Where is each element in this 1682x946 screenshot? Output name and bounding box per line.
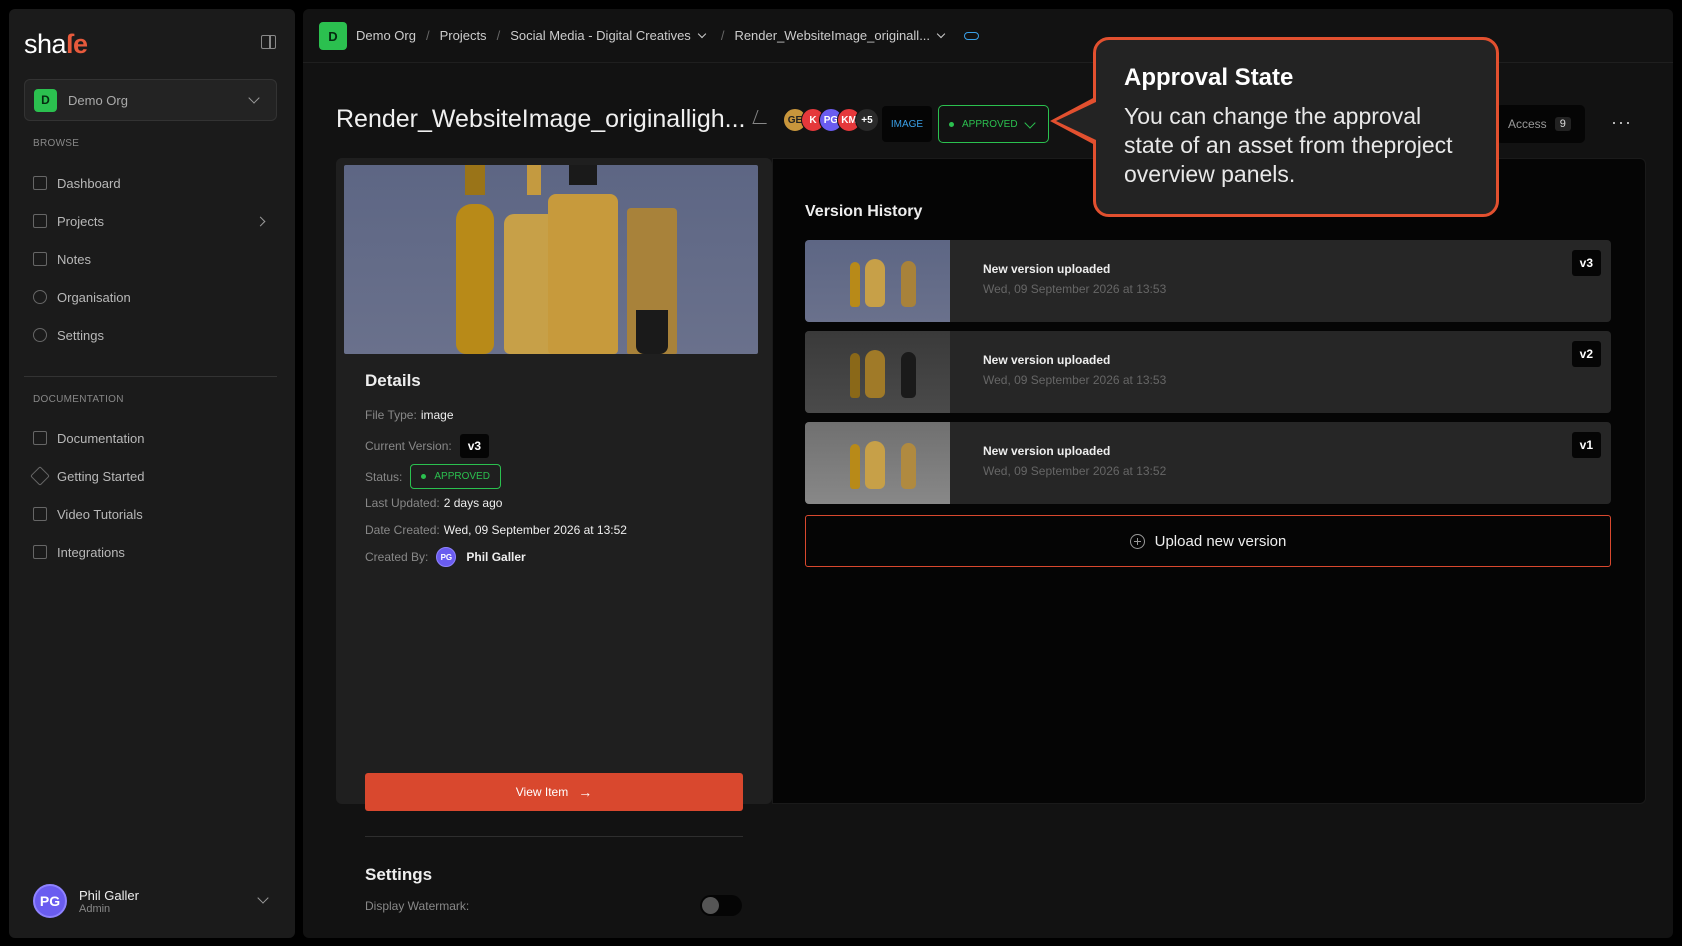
sidebar-item-getting-started[interactable]: Getting Started <box>30 466 144 486</box>
view-item-button[interactable]: View Item → <box>365 773 743 811</box>
access-button[interactable]: Access 9 <box>1496 105 1585 143</box>
documentation-section-label: DOCUMENTATION <box>33 394 124 405</box>
org-badge[interactable]: D <box>319 22 347 50</box>
version-title: New version uploaded <box>983 262 1111 276</box>
approval-status-select[interactable]: APPROVED <box>938 105 1049 143</box>
version-badge: v2 <box>1571 341 1601 367</box>
avatar: PG <box>436 547 457 567</box>
user-name: Phil Galler <box>79 887 139 903</box>
details-divider <box>365 836 743 837</box>
version-title: New version uploaded <box>983 444 1111 458</box>
file-type-row: File Type: image <box>365 408 454 422</box>
asset-type-badge: IMAGE <box>882 106 932 142</box>
breadcrumb-asset[interactable]: Render_WebsiteImage_originall... <box>734 28 930 43</box>
org-name: Demo Org <box>68 92 128 108</box>
sidebar-item-settings[interactable]: Settings <box>33 325 104 345</box>
status-dot-icon <box>949 121 954 127</box>
onboarding-tooltip: Approval State You can change the approv… <box>1093 37 1499 217</box>
settings-title: Settings <box>365 865 433 884</box>
tooltip-title: Approval State <box>1124 64 1294 91</box>
version-badge: v3 <box>1571 250 1601 276</box>
status-row: Status: APPROVED <box>365 464 501 489</box>
status-badge: APPROVED <box>410 464 501 489</box>
video-icon <box>33 507 47 521</box>
plug-icon <box>33 545 47 559</box>
sidebar-divider <box>24 376 277 377</box>
org-select[interactable]: D Demo Org <box>24 79 277 121</box>
shade-logo[interactable]: shaſe <box>24 29 88 60</box>
tooltip-pointer-inner <box>1056 102 1096 140</box>
version-thumbnail <box>805 331 950 413</box>
sidebar-item-integrations[interactable]: Integrations <box>33 542 125 562</box>
folders-icon <box>33 214 47 228</box>
details-title: Details <box>365 371 421 390</box>
version-thumbnail <box>805 240 950 322</box>
version-badge: v1 <box>1571 432 1601 458</box>
details-card: Details File Type: image Current Version:… <box>336 158 772 916</box>
version-row[interactable]: New version uploaded Wed, 09 September 2… <box>805 240 1611 322</box>
upload-new-version-button[interactable]: Upload new version <box>805 515 1611 567</box>
version-history-title: Version History <box>805 203 923 220</box>
version-date: Wed, 09 September 2026 at 13:52 <box>983 464 1167 478</box>
version-title: New version uploaded <box>983 353 1111 367</box>
version-date: Wed, 09 September 2026 at 13:53 <box>983 282 1167 296</box>
user-menu[interactable]: PG Phil Galler Admin <box>33 884 139 918</box>
version-badge: v3 <box>459 434 490 458</box>
org-badge: D <box>34 88 57 112</box>
browse-section-label: BROWSE <box>33 138 80 149</box>
collaborator-avatars[interactable]: GE K PG KM +5 <box>783 108 879 132</box>
sidebar-item-notes[interactable]: Notes <box>33 249 91 269</box>
grid-icon <box>33 176 47 190</box>
sidebar-item-organisation[interactable]: Organisation <box>33 287 131 307</box>
breadcrumb-project[interactable]: Social Media - Digital Creatives <box>510 28 691 43</box>
sidebar: shaſe D Demo Org BROWSE Dashboard Projec… <box>9 9 295 938</box>
avatar-overflow-count: +5 <box>855 108 879 132</box>
pencil-icon[interactable] <box>752 110 772 124</box>
page-title: Render_WebsiteImage_originalligh... <box>336 105 746 133</box>
access-count-badge: 9 <box>1554 117 1571 131</box>
link-icon[interactable] <box>964 31 980 40</box>
compass-icon <box>30 466 50 486</box>
sidebar-item-dashboard[interactable]: Dashboard <box>33 173 121 193</box>
current-version-row: Current Version: v3 <box>365 434 490 458</box>
watermark-label: Display Watermark: <box>365 899 470 913</box>
collapse-sidebar-icon[interactable] <box>261 35 276 49</box>
chevron-down-icon <box>1024 117 1036 129</box>
sidebar-item-video-tutorials[interactable]: Video Tutorials <box>33 504 143 524</box>
breadcrumb: Demo Org / Projects / Social Media - Dig… <box>356 28 980 43</box>
breadcrumb-projects[interactable]: Projects <box>440 28 487 43</box>
arrow-right-icon: → <box>578 784 593 800</box>
chevron-down-icon[interactable] <box>936 29 946 39</box>
version-date: Wed, 09 September 2026 at 13:53 <box>983 373 1167 387</box>
gear-icon <box>33 328 47 342</box>
status-dot-icon <box>421 474 427 479</box>
watermark-toggle[interactable] <box>700 895 742 916</box>
asset-preview-image[interactable] <box>344 165 758 354</box>
breadcrumb-org[interactable]: Demo Org <box>356 28 416 43</box>
version-row[interactable]: New version uploaded Wed, 09 September 2… <box>805 331 1611 413</box>
date-created-row: Date Created: Wed, 09 September 2026 at 1… <box>365 523 627 537</box>
user-role: Admin <box>79 902 111 915</box>
sidebar-item-projects[interactable]: Projects <box>33 211 104 231</box>
last-updated-row: Last Updated: 2 days ago <box>365 496 503 510</box>
chevron-right-icon[interactable] <box>255 216 266 227</box>
library-icon <box>33 431 47 445</box>
notebook-icon <box>33 252 47 266</box>
version-row[interactable]: New version uploaded Wed, 09 September 2… <box>805 422 1611 504</box>
plus-circle-icon <box>1129 533 1145 549</box>
avatar: PG <box>33 884 67 918</box>
tooltip-body: You can change the approval state of an … <box>1124 103 1453 187</box>
chevron-down-icon[interactable] <box>257 892 269 904</box>
chevron-down-icon[interactable] <box>697 29 707 39</box>
more-options-icon[interactable]: ··· <box>1611 112 1632 133</box>
version-history-panel: Version History New version uploaded Wed… <box>772 158 1646 804</box>
users-icon <box>33 290 47 304</box>
version-thumbnail <box>805 422 950 504</box>
created-by-row: Created By: PG Phil Galler <box>365 547 526 567</box>
sidebar-item-documentation[interactable]: Documentation <box>33 428 144 448</box>
chevron-down-icon <box>248 92 260 104</box>
